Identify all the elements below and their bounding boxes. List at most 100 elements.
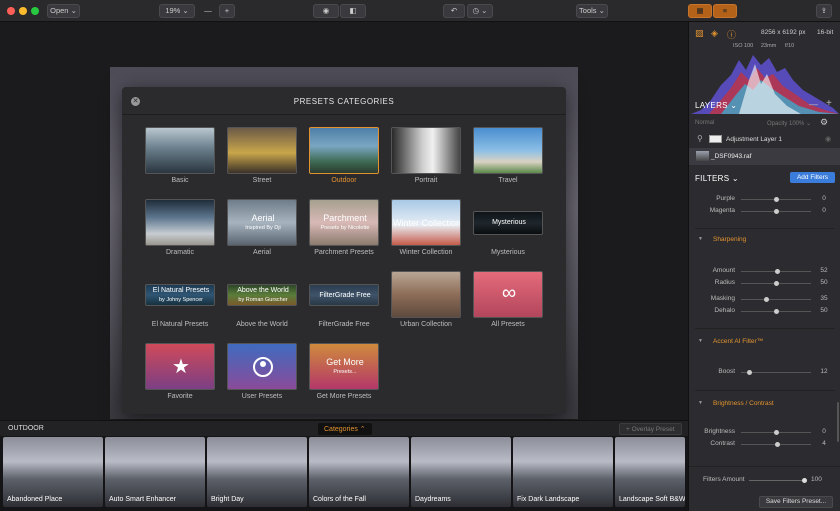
minimize-window-button[interactable] (19, 7, 27, 15)
info-icon[interactable]: ⓘ (727, 28, 736, 41)
gear-icon[interactable]: ⚙ (820, 117, 828, 128)
category-label: All Presets (491, 321, 525, 328)
category-label: Urban Collection (400, 321, 452, 328)
zoom-level-select[interactable]: 19% ⌄ (159, 4, 195, 18)
layer-name: Adjustment Layer 1 (726, 136, 783, 143)
blend-mode-select[interactable]: Normal (695, 120, 714, 126)
slider-boost[interactable]: Boost 12 (689, 367, 840, 377)
sharpening-section-header[interactable]: ▼ Sharpening (695, 228, 835, 243)
preset-thumbnail[interactable]: Daydreams (411, 437, 511, 507)
category-label: Dramatic (165, 249, 194, 256)
accent-ai-title: Accent AI Filter™ (713, 338, 764, 345)
preset-thumbnail[interactable]: Auto Smart Enhancer (105, 437, 205, 507)
zoom-out-button[interactable]: — (199, 4, 217, 18)
slider-purple[interactable]: Purple 0 (689, 194, 840, 204)
layers-title[interactable]: LAYERS ⌄ (695, 101, 737, 110)
layer-row-adjustment[interactable]: ⚲ Adjustment Layer 1 ◉ (689, 132, 840, 148)
filters-view-button[interactable]: ≡ (713, 4, 737, 18)
slider-label: Masking (710, 295, 735, 302)
chevron-down-icon: ▼ (698, 236, 703, 242)
thumbnail-title: Above the World (237, 286, 289, 294)
preview-eye-button[interactable]: ◉ (313, 4, 339, 18)
slider-radius[interactable]: Radius 50 (689, 278, 840, 288)
category-thumbnail (473, 127, 543, 174)
slider-magenta[interactable]: Magenta 0 (689, 206, 840, 216)
filters-amount-row: Filters Amount 100 (689, 466, 840, 486)
slider-knob[interactable] (774, 197, 779, 202)
zoom-in-button[interactable]: + (219, 4, 235, 18)
share-button[interactable]: ⇪ (816, 4, 832, 18)
preset-name: Bright Day (211, 496, 244, 503)
add-filters-button[interactable]: Add Filters (790, 172, 835, 183)
layers-stack-icon[interactable]: ◈ (711, 28, 718, 39)
category-label: Parchment Presets (314, 249, 374, 256)
open-menu-button[interactable]: Open ⌄ (47, 4, 80, 18)
slider-brightness[interactable]: Brightness 0 (689, 427, 840, 437)
add-layer-button[interactable]: + (826, 98, 832, 109)
category-label: Outdoor (331, 177, 357, 184)
preset-thumbnail[interactable]: Bright Day (207, 437, 307, 507)
presets-grid-icon: ▦ (696, 6, 704, 15)
panel-scrollbar[interactable] (837, 402, 839, 442)
zoom-window-button[interactable] (31, 7, 39, 15)
history-button[interactable]: ◷ ⌄ (467, 4, 493, 18)
opacity-select[interactable]: Opacity 100% ⌄ (767, 120, 811, 127)
slider-label: Boost (718, 368, 735, 375)
brightness-contrast-section-header[interactable]: ▼ Brightness / Contrast (695, 390, 835, 407)
slider-label: Radius (714, 279, 735, 286)
preset-thumbnail[interactable]: Abandoned Place (3, 437, 103, 507)
thumbnail-title: Get More (326, 357, 364, 367)
layer-name: _DSF0943.raf (711, 153, 752, 160)
slider-value: 0 (822, 207, 826, 214)
slider-contrast[interactable]: Contrast 4 (689, 439, 840, 449)
thumbnail-title: Winter Collection (392, 218, 461, 228)
filmstrip-header: OUTDOOR Categories ⌃ + Overlay Preset (0, 420, 688, 436)
save-filters-preset-button[interactable]: Save Filters Preset... (759, 496, 833, 508)
slider-value: 4 (822, 440, 826, 447)
category-thumbnail: Winter Collection (391, 199, 461, 246)
layer-row-image[interactable]: _DSF0943.raf (689, 148, 840, 165)
slider-amount[interactable]: Amount 52 (689, 266, 840, 276)
slider-masking[interactable]: Masking 35 (689, 294, 840, 304)
preset-thumbnail[interactable]: Fix Dark Landscape (513, 437, 613, 507)
thumbnail-subtitle: by Johny Spencer (158, 296, 204, 303)
star-icon: ★ (172, 356, 190, 378)
filters-amount-knob[interactable] (802, 478, 807, 483)
undo-button[interactable]: ↶ (443, 4, 465, 18)
presets-view-button[interactable]: ▦ (688, 4, 712, 18)
preset-thumbnail[interactable]: Colors of the Fall (309, 437, 409, 507)
overlay-preset-button[interactable]: + Overlay Preset (619, 423, 682, 435)
slider-track[interactable] (741, 299, 811, 300)
close-window-button[interactable] (7, 7, 15, 15)
category-thumbnail (145, 199, 215, 246)
tools-menu-button[interactable]: Tools ⌄ (576, 4, 608, 18)
slider-knob[interactable] (774, 209, 779, 214)
iso-value: ISO 100 (733, 43, 754, 49)
slider-knob[interactable] (774, 309, 779, 314)
slider-knob[interactable] (775, 269, 781, 274)
filters-title[interactable]: FILTERS ⌄ (695, 174, 739, 183)
bit-depth: 16-bit (817, 29, 834, 36)
accent-ai-section-header[interactable]: ▼ Accent AI Filter™ (695, 328, 835, 345)
filters-amount-track[interactable] (749, 480, 807, 481)
category-thumbnail: Above the World by Roman Gurscher (227, 283, 297, 306)
slider-dehalo[interactable]: Dehalo 50 (689, 306, 840, 316)
slider-knob[interactable] (774, 430, 779, 435)
category-label: Above the World (236, 321, 288, 328)
share-icon: ⇪ (820, 6, 828, 15)
preset-thumbnail[interactable]: Landscape Soft B&W (615, 437, 685, 507)
slider-knob[interactable] (774, 281, 779, 286)
remove-layer-button[interactable]: — (809, 99, 818, 109)
toolbar: Open ⌄ 19% ⌄ — + ◉ ◧ ↶ ◷ ⌄ Tools ⌄ ▦ ≡ ⇪ (0, 0, 840, 22)
slider-knob[interactable] (775, 442, 781, 447)
preset-name: Landscape Soft B&W (619, 496, 685, 503)
slider-knob[interactable] (747, 370, 753, 375)
compare-button[interactable]: ◧ (340, 4, 366, 18)
visibility-eye-icon[interactable]: ◉ (825, 135, 831, 143)
app-window: Open ⌄ 19% ⌄ — + ◉ ◧ ↶ ◷ ⌄ Tools ⌄ ▦ ≡ ⇪… (0, 0, 840, 511)
categories-button[interactable]: Categories ⌃ (318, 423, 372, 435)
histogram-icon[interactable]: ▨ (695, 28, 704, 39)
category-label: FilterGrade Free (318, 321, 370, 328)
filmstrip-section-title: OUTDOOR (8, 425, 44, 432)
slider-knob[interactable] (763, 297, 769, 302)
